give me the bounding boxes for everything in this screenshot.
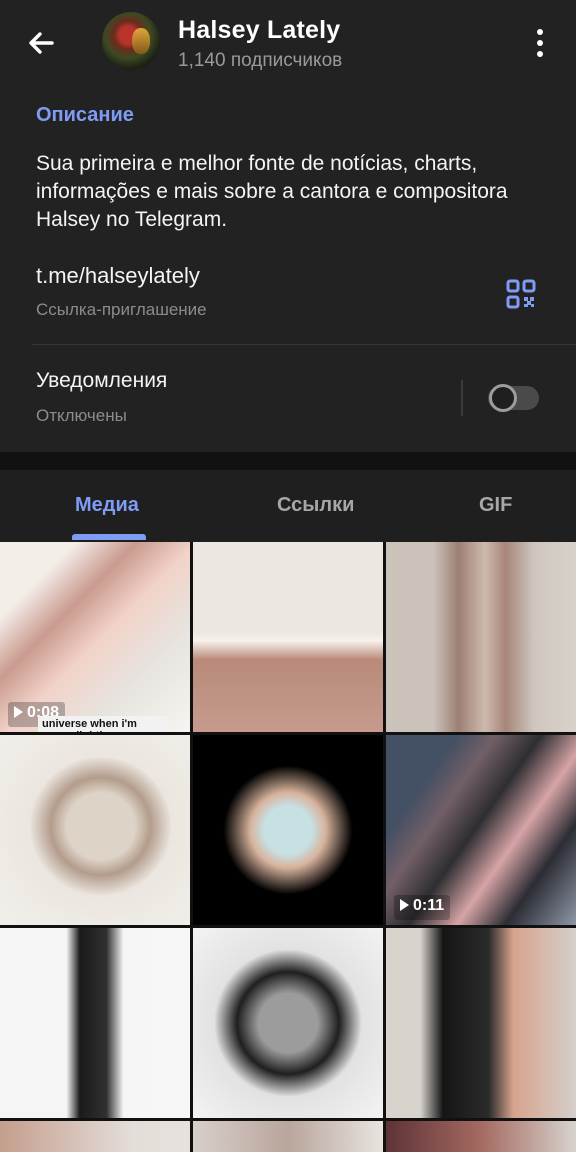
info-divider <box>32 344 576 345</box>
channel-header: Halsey Lately 1,140 подписчиков <box>0 0 576 88</box>
media-thumbnail[interactable] <box>0 928 190 1118</box>
media-thumbnail[interactable] <box>386 928 576 1118</box>
media-thumbnail[interactable] <box>193 928 383 1118</box>
media-thumbnail[interactable] <box>193 735 383 925</box>
invite-link-label: Ссылка-приглашение <box>36 300 207 319</box>
play-icon <box>400 899 409 911</box>
channel-description: Sua primeira e melhor fonte de notícias,… <box>36 152 508 231</box>
toggle-separator <box>461 380 463 416</box>
media-thumbnail[interactable]: 0:08 universe when i'm even slightly ove… <box>0 542 190 732</box>
notifications-label: Уведомления <box>36 369 168 392</box>
invite-link[interactable]: t.me/halseylately <box>36 263 200 289</box>
channel-info-panel: Описание Sua primeira e melhor fonte de … <box>0 88 576 452</box>
tab-media[interactable]: Медиа <box>75 494 139 517</box>
video-caption: universe when i'm even slightly overwhel… <box>38 716 168 732</box>
active-tab-indicator <box>72 534 146 540</box>
media-thumbnail[interactable] <box>386 542 576 732</box>
tab-links[interactable]: Ссылки <box>277 494 354 517</box>
tab-gif[interactable]: GIF <box>479 494 512 517</box>
video-duration-badge: 0:11 <box>394 895 451 920</box>
play-icon <box>14 706 23 718</box>
media-thumbnail[interactable] <box>0 1121 190 1152</box>
media-thumbnail[interactable] <box>193 542 383 732</box>
subscriber-count: 1,140 подписчиков <box>178 50 343 71</box>
media-thumbnail[interactable] <box>386 1121 576 1152</box>
video-duration: 0:11 <box>413 897 445 914</box>
channel-title: Halsey Lately <box>178 16 341 44</box>
media-tabs: Медиа Ссылки GIF <box>0 470 576 542</box>
notifications-toggle-knob[interactable] <box>489 384 517 412</box>
media-thumbnail[interactable]: 0:11 <box>386 735 576 925</box>
more-vertical-icon[interactable] <box>532 28 548 58</box>
notifications-status: Отключены <box>36 406 127 425</box>
media-thumbnail[interactable] <box>0 735 190 925</box>
channel-avatar[interactable] <box>102 12 160 70</box>
media-thumbnail[interactable] <box>193 1121 383 1152</box>
arrow-left-icon[interactable] <box>24 26 58 60</box>
qr-code-icon[interactable] <box>505 278 537 310</box>
media-grid: 0:08 universe when i'm even slightly ove… <box>0 542 576 1152</box>
description-heading: Описание <box>36 104 134 126</box>
